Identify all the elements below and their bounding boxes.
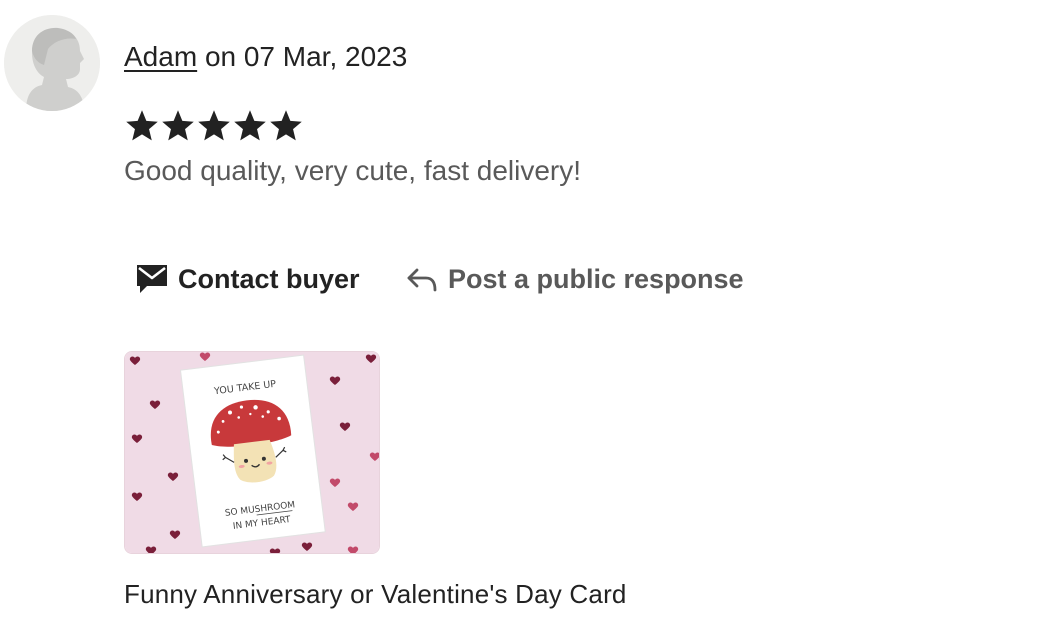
contact-buyer-label: Contact buyer <box>178 263 360 294</box>
star-icon <box>162 110 194 141</box>
post-public-response-button[interactable]: Post a public response <box>406 256 744 302</box>
review-date: on 07 Mar, 2023 <box>204 41 408 72</box>
star-rating <box>124 104 304 148</box>
review-text: Good quality, very cute, fast delivery! <box>124 155 582 186</box>
default-avatar-icon <box>4 15 100 111</box>
listing-title[interactable]: Funny Anniversary or Valentine's Day Car… <box>124 577 627 611</box>
reply-arrow-icon <box>407 268 437 292</box>
star-icon <box>126 110 158 141</box>
contact-buyer-button[interactable]: Contact buyer <box>136 256 360 302</box>
star-icon <box>198 110 230 141</box>
reviewer-avatar[interactable] <box>4 15 100 111</box>
listing-thumbnail[interactable]: YOU TAKE UP SO MUSHROOM IN MY HEART <box>124 351 380 554</box>
envelope-icon <box>137 265 167 293</box>
star-icon <box>234 110 266 141</box>
star-icon <box>270 110 302 141</box>
review-header: Adam on 07 Mar, 2023 <box>124 40 407 74</box>
post-public-response-label: Post a public response <box>448 263 744 294</box>
reviewer-name-link[interactable]: Adam <box>124 41 197 72</box>
mushroom-card-image: YOU TAKE UP SO MUSHROOM IN MY HEART <box>125 352 379 553</box>
